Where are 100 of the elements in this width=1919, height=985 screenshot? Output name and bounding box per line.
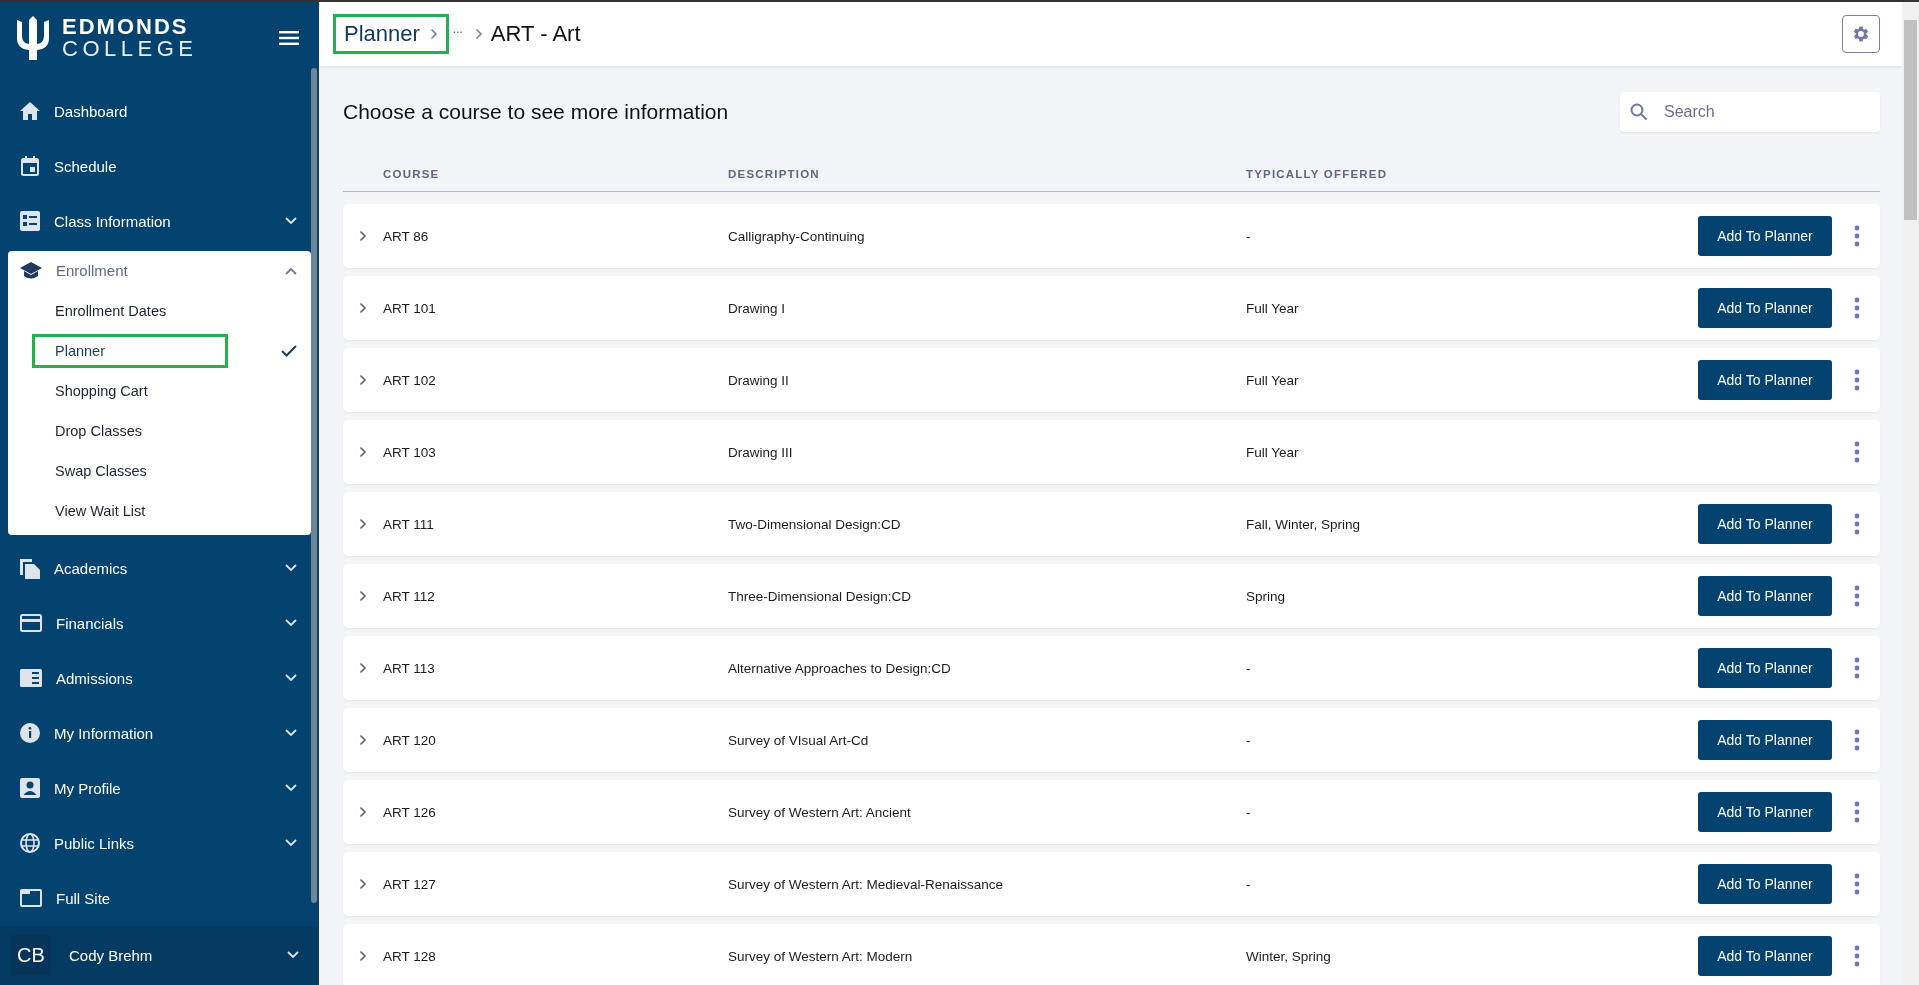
more-options-icon[interactable]: [1854, 729, 1860, 751]
chevron-down-icon[interactable]: [287, 951, 299, 960]
course-code: ART 102: [383, 372, 437, 388]
page-scrollbar[interactable]: [1902, 2, 1919, 985]
course-row-card[interactable]: ART 120 Survey of VIsual Art-Cd - Add To Planner: [343, 708, 1880, 772]
nav-item[interactable]: Class Information: [54, 212, 285, 230]
chevron-right-icon[interactable]: [359, 734, 367, 746]
chevron-right-icon: [474, 28, 483, 40]
submenu-item[interactable]: Drop Classes: [32, 413, 228, 448]
nav-item[interactable]: My Information: [54, 724, 285, 742]
course-code: ART 86: [383, 228, 430, 244]
course-row-card[interactable]: ART 102 Drawing II Full Year Add To Planner: [343, 348, 1880, 412]
nav-item[interactable]: Public Links: [54, 834, 285, 852]
chevron-down-icon[interactable]: [285, 564, 297, 573]
chevron-right-icon[interactable]: [359, 374, 367, 386]
chevron-down-icon[interactable]: [285, 839, 297, 848]
more-options-icon[interactable]: [1854, 513, 1860, 535]
course-row-card[interactable]: ART 127 Survey of Western Art: Medieval-Renaissance - Add To Planner: [343, 852, 1880, 916]
chevron-right-icon[interactable]: [359, 230, 367, 242]
offered-terms: Winter, Spring: [1246, 948, 1332, 964]
submenu-item[interactable]: Enrollment Dates: [32, 293, 228, 328]
course-description: Survey of Western Art: Modern: [728, 948, 914, 964]
chevron-right-icon[interactable]: [359, 950, 367, 962]
breadcrumb-ellipsis[interactable]: ...: [452, 22, 463, 36]
chevron-down-icon[interactable]: [285, 217, 297, 226]
more-options-icon[interactable]: [1854, 801, 1860, 823]
add-to-planner-button[interactable]: Add To Planner: [1698, 360, 1832, 400]
chevron-down-icon[interactable]: [285, 784, 297, 793]
nav-item[interactable]: Academics: [54, 559, 285, 577]
course-row-card[interactable]: ART 128 Survey of Western Art: Modern Winter, Spring Add To Planner: [343, 924, 1880, 985]
chevron-right-icon[interactable]: [359, 806, 367, 818]
chevron-right-icon: [429, 28, 438, 40]
breadcrumb-link[interactable]: Planner: [333, 14, 449, 54]
chevron-right-icon[interactable]: [359, 302, 367, 314]
add-to-planner-button[interactable]: Add To Planner: [1698, 288, 1832, 328]
nav-item[interactable]: Full Site: [56, 889, 297, 907]
course-code: ART 101: [383, 300, 437, 316]
nav-item[interactable]: Schedule: [54, 157, 297, 175]
course-description: Three-Dimensional Design:CD: [728, 588, 913, 604]
nav-item[interactable]: Financials: [56, 614, 285, 632]
add-to-planner-button[interactable]: Add To Planner: [1698, 576, 1832, 616]
course-description: Drawing III: [728, 444, 794, 460]
course-code: ART 103: [383, 444, 437, 460]
add-to-planner-button[interactable]: Add To Planner: [1698, 792, 1832, 832]
chevron-down-icon[interactable]: [285, 729, 297, 738]
settings-button[interactable]: [1842, 15, 1880, 53]
course-row-card[interactable]: ART 112 Three-Dimensional Design:CD Spring Add To Planner: [343, 564, 1880, 628]
more-options-icon[interactable]: [1854, 657, 1860, 679]
course-row-card[interactable]: ART 126 Survey of Western Art: Ancient - Add To Planner: [343, 780, 1880, 844]
home-icon: [20, 102, 40, 121]
chevron-down-icon[interactable]: [285, 619, 297, 628]
course-row-card[interactable]: ART 113 Alternative Approaches to Design:CD - Add To Planner: [343, 636, 1880, 700]
info-icon: [20, 723, 40, 744]
more-options-icon[interactable]: [1854, 945, 1860, 967]
add-to-planner-button[interactable]: Add To Planner: [1698, 720, 1832, 760]
chevron-right-icon[interactable]: [359, 590, 367, 602]
more-options-icon[interactable]: [1854, 873, 1860, 895]
submenu-item[interactable]: View Wait List: [32, 493, 228, 528]
chevron-up-icon[interactable]: [285, 266, 297, 275]
more-options-icon[interactable]: [1854, 297, 1860, 319]
document-icon: [20, 557, 40, 580]
more-options-icon[interactable]: [1854, 369, 1860, 391]
chevron-right-icon[interactable]: [359, 662, 367, 674]
offered-terms: Fall, Winter, Spring: [1246, 516, 1362, 532]
course-code: ART 127: [383, 876, 437, 892]
add-to-planner-button[interactable]: Add To Planner: [1698, 504, 1832, 544]
add-to-planner-button[interactable]: Add To Planner: [1698, 936, 1832, 976]
course-row-card[interactable]: ART 86 Calligraphy-Continuing - Add To Planner: [343, 204, 1880, 268]
nav-group-label[interactable]: Enrollment: [56, 262, 285, 280]
course-code: ART 113: [383, 660, 436, 676]
submenu-item[interactable]: Shopping Cart: [32, 373, 228, 408]
chevron-right-icon[interactable]: [359, 446, 367, 458]
scrollbar-thumb[interactable]: [311, 68, 317, 903]
add-to-planner-button[interactable]: Add To Planner: [1698, 648, 1832, 688]
offered-terms: -: [1246, 876, 1252, 892]
course-row-card[interactable]: ART 101 Drawing I Full Year Add To Planner: [343, 276, 1880, 340]
more-options-icon[interactable]: [1854, 441, 1860, 463]
more-options-icon[interactable]: [1854, 225, 1860, 247]
add-to-planner-button[interactable]: Add To Planner: [1698, 216, 1832, 256]
column-header: DESCRIPTION: [728, 168, 821, 180]
offered-terms: -: [1246, 660, 1252, 676]
chevron-down-icon[interactable]: [285, 674, 297, 683]
menu-icon[interactable]: [279, 30, 299, 45]
user-name[interactable]: Cody Brehm: [69, 946, 153, 964]
trident-logo-icon: [14, 15, 52, 60]
course-row-card[interactable]: ART 111 Two-Dimensional Design:CD Fall, Winter, Spring Add To Planner: [343, 492, 1880, 556]
nav-item[interactable]: Dashboard: [54, 102, 297, 120]
more-options-icon[interactable]: [1854, 585, 1860, 607]
course-row-card[interactable]: ART 103 Drawing III Full Year: [343, 420, 1880, 484]
search-field[interactable]: Search: [1620, 92, 1880, 132]
chevron-right-icon[interactable]: [359, 878, 367, 890]
list-icon: [20, 211, 40, 232]
nav-item[interactable]: Admissions: [56, 669, 285, 687]
submenu-item[interactable]: Planner: [32, 333, 228, 368]
submenu-item[interactable]: Swap Classes: [32, 453, 228, 488]
course-description: Drawing II: [728, 372, 790, 388]
nav-item[interactable]: My Profile: [54, 779, 285, 797]
course-code: ART 128: [383, 948, 437, 964]
add-to-planner-button[interactable]: Add To Planner: [1698, 864, 1832, 904]
chevron-right-icon[interactable]: [359, 518, 367, 530]
